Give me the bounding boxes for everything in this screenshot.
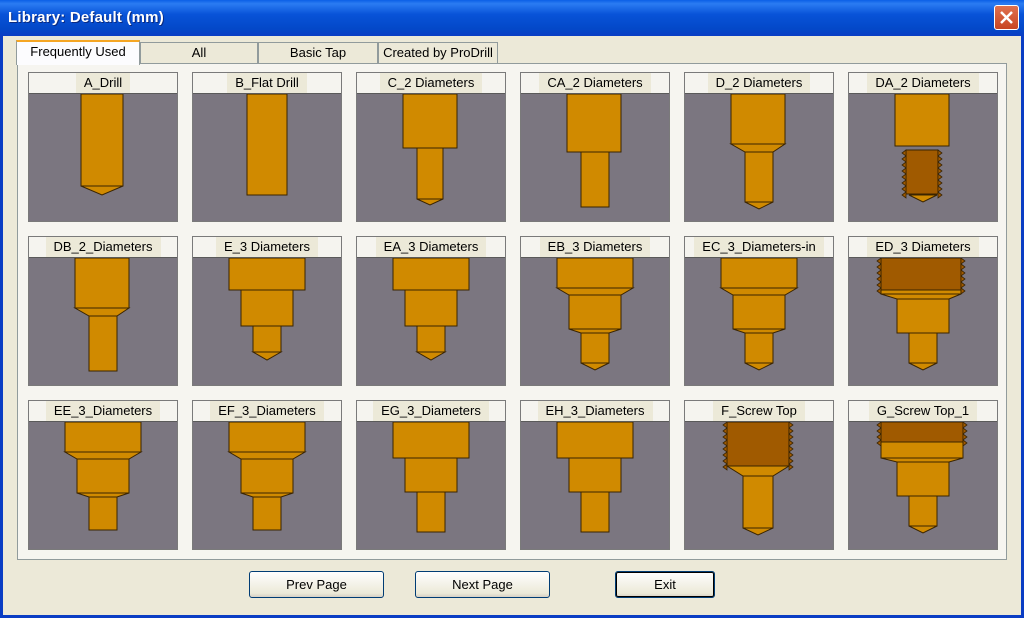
tool-cell[interactable]: A_Drill xyxy=(28,72,178,222)
tool-shape-icon xyxy=(228,258,306,361)
tool-shape-icon xyxy=(722,422,794,536)
tool-label: EC_3_Diameters-in xyxy=(685,237,833,258)
tab-frequently-used[interactable]: Frequently Used xyxy=(16,40,140,65)
tool-label: EF_3_Diameters xyxy=(193,401,341,422)
tool-shape-icon xyxy=(402,94,458,206)
tool-shape-icon xyxy=(392,422,470,533)
tool-shape-icon xyxy=(63,422,143,531)
tool-label: D_2 Diameters xyxy=(685,73,833,94)
tool-label: C_2 Diameters xyxy=(357,73,505,94)
tool-shape-icon xyxy=(73,258,131,372)
tool-label: DA_2 Diameters xyxy=(849,73,997,94)
tool-cell[interactable]: E_3 Diameters xyxy=(192,236,342,386)
tool-shape-icon xyxy=(876,422,968,534)
tool-cell[interactable]: EE_3_Diameters xyxy=(28,400,178,550)
tool-shape-icon xyxy=(719,258,799,371)
window-title: Library: Default (mm) xyxy=(8,9,164,26)
close-button[interactable] xyxy=(994,5,1019,30)
tool-label: EH_3_Diameters xyxy=(521,401,669,422)
tool-shape-icon xyxy=(876,258,966,371)
tool-cell[interactable]: B_Flat Drill xyxy=(192,72,342,222)
tool-label: CA_2 Diameters xyxy=(521,73,669,94)
tool-cell[interactable]: DA_2 Diameters xyxy=(848,72,998,222)
tool-grid-panel: A_Drill B_Flat Drill C_2 Diameters CA_2 … xyxy=(17,63,1007,560)
prev-page-button[interactable]: Prev Page xyxy=(249,571,384,598)
tool-label: EE_3_Diameters xyxy=(29,401,177,422)
tool-cell[interactable]: G_Screw Top_1 xyxy=(848,400,998,550)
tool-cell[interactable]: F_Screw Top xyxy=(684,400,834,550)
tool-cell[interactable]: EC_3_Diameters-in xyxy=(684,236,834,386)
tool-shape-icon xyxy=(80,94,124,196)
tool-shape-icon xyxy=(246,94,288,196)
tab-basic-tap[interactable]: Basic Tap xyxy=(258,42,378,64)
tool-label: DB_2_Diameters xyxy=(29,237,177,258)
tool-cell[interactable]: EA_3 Diameters xyxy=(356,236,506,386)
tool-cell[interactable]: EH_3_Diameters xyxy=(520,400,670,550)
tool-label: F_Screw Top xyxy=(685,401,833,422)
exit-button[interactable]: Exit xyxy=(615,571,715,598)
tool-cell[interactable]: ED_3 Diameters xyxy=(848,236,998,386)
tool-label: E_3 Diameters xyxy=(193,237,341,258)
title-bar: Library: Default (mm) xyxy=(0,0,1024,36)
tool-shape-icon xyxy=(556,422,634,533)
tool-shape-icon xyxy=(729,94,787,210)
tool-label: EB_3 Diameters xyxy=(521,237,669,258)
tool-cell[interactable]: D_2 Diameters xyxy=(684,72,834,222)
tool-cell[interactable]: C_2 Diameters xyxy=(356,72,506,222)
tool-shape-icon xyxy=(555,258,635,371)
tool-cell[interactable]: EB_3 Diameters xyxy=(520,236,670,386)
tool-cell[interactable]: EG_3_Diameters xyxy=(356,400,506,550)
tool-shape-icon xyxy=(392,258,470,361)
tool-label: ED_3 Diameters xyxy=(849,237,997,258)
tool-label: A_Drill xyxy=(29,73,177,94)
tool-shape-icon xyxy=(227,422,307,531)
tool-label: G_Screw Top_1 xyxy=(849,401,997,422)
next-page-button[interactable]: Next Page xyxy=(415,571,550,598)
close-icon xyxy=(1000,11,1013,24)
tool-label: EA_3 Diameters xyxy=(357,237,505,258)
tool-shape-icon xyxy=(894,94,950,203)
tool-cell[interactable]: CA_2 Diameters xyxy=(520,72,670,222)
tab-created-by-prodrill[interactable]: Created by ProDrill xyxy=(378,42,498,64)
tool-label: B_Flat Drill xyxy=(193,73,341,94)
tool-label: EG_3_Diameters xyxy=(357,401,505,422)
tool-shape-icon xyxy=(566,94,622,208)
tool-cell[interactable]: DB_2_Diameters xyxy=(28,236,178,386)
tool-cell[interactable]: EF_3_Diameters xyxy=(192,400,342,550)
tab-all[interactable]: All xyxy=(140,42,258,64)
